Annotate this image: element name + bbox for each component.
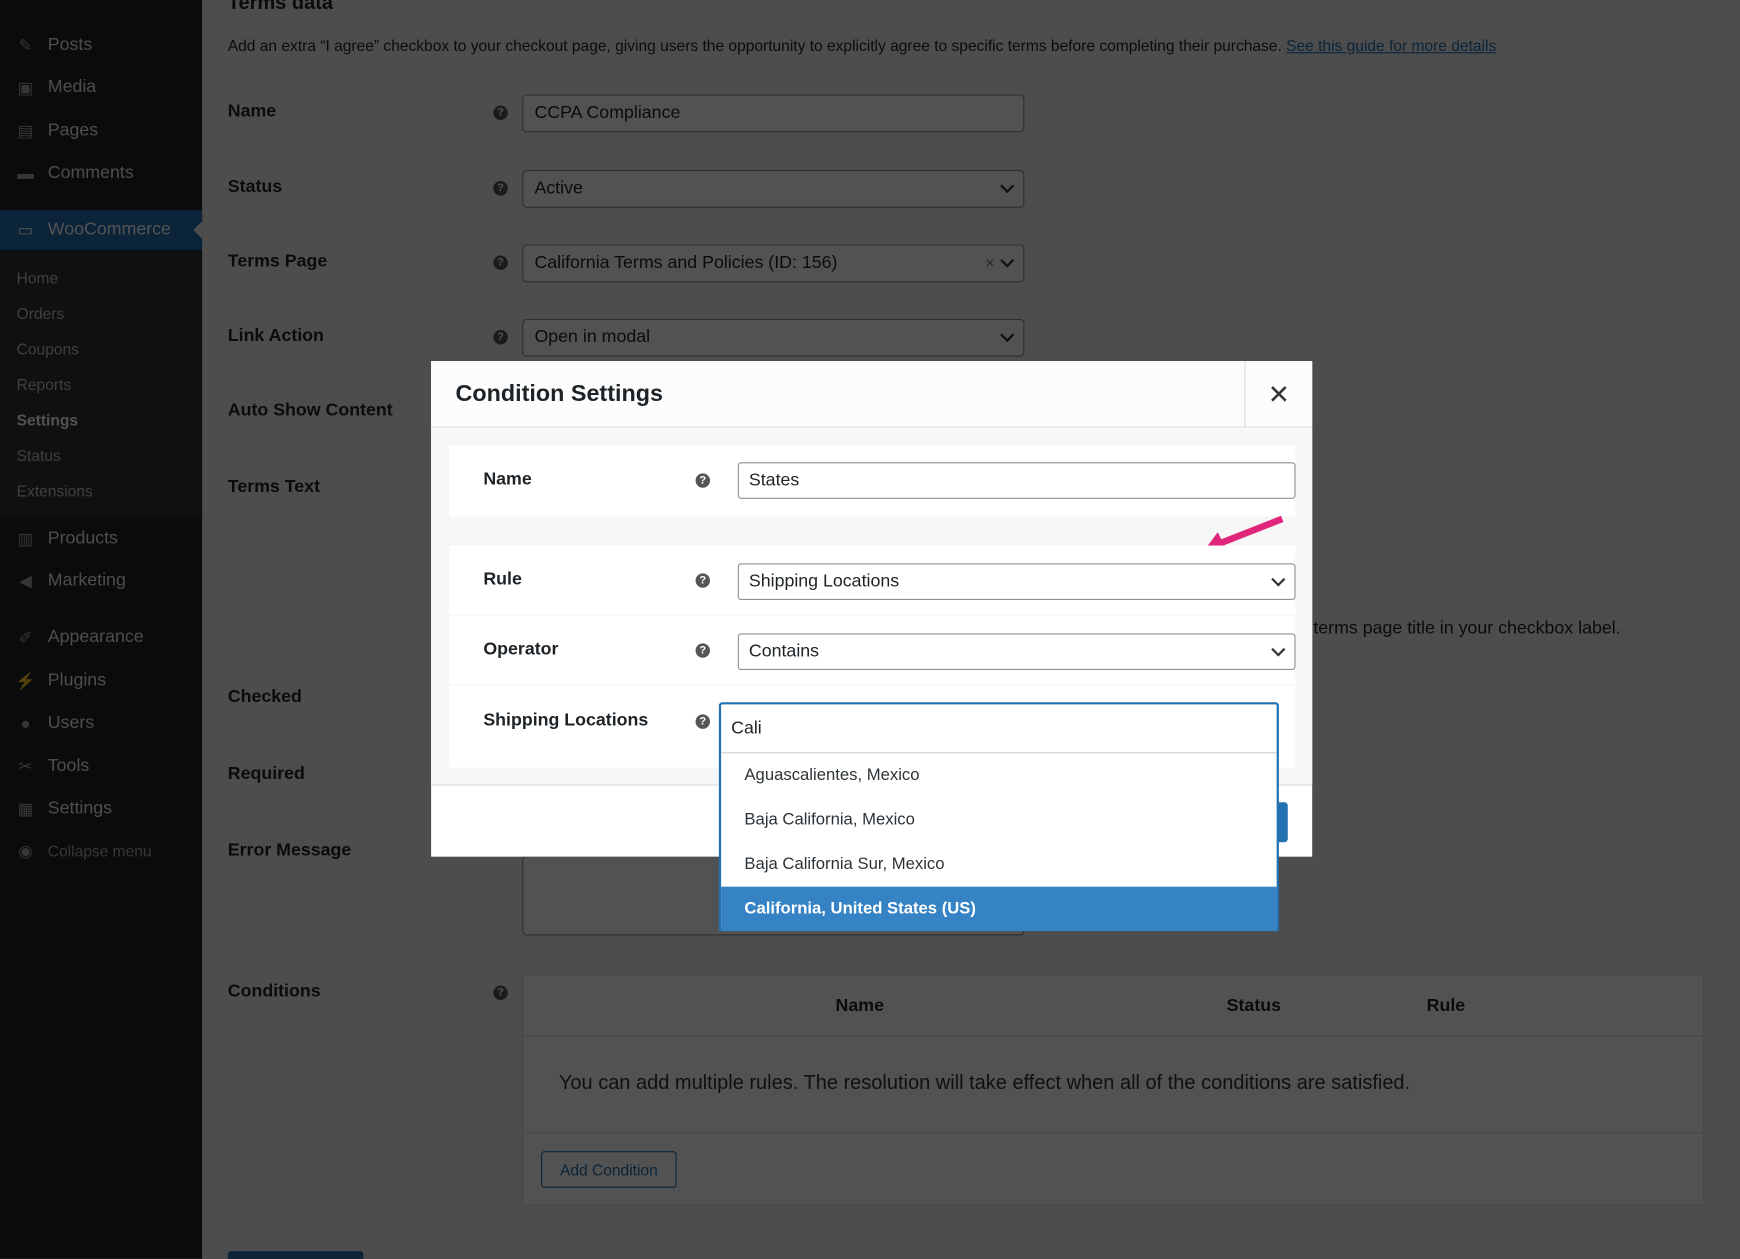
sidebar-item-tools[interactable]: ✂ Tools	[0, 747, 202, 787]
settings-icon: ▦	[17, 799, 34, 819]
sidebar-item-settings[interactable]: ▦ Settings	[0, 789, 202, 829]
wrench-icon: ✂	[18, 757, 33, 777]
operator-row: Operator ? Contains	[448, 615, 1296, 685]
sidebar-item-woocommerce[interactable]: ▭ WooCommerce	[0, 209, 203, 250]
dropdown-option[interactable]: Aguascalientes, Mexico	[721, 753, 1277, 797]
condition-name-input[interactable]: States	[737, 462, 1296, 499]
help-icon[interactable]: ?	[493, 181, 508, 196]
operator-label: Operator	[483, 639, 559, 659]
help-icon[interactable]: ?	[493, 985, 508, 1000]
checked-label: Checked	[227, 687, 302, 707]
name-label: Name	[227, 102, 277, 122]
column-status: Status	[1226, 996, 1281, 1016]
status-label: Status	[227, 177, 283, 197]
submenu-settings[interactable]: Settings	[17, 411, 78, 429]
submenu-extensions[interactable]: Extensions	[17, 482, 93, 500]
clear-icon[interactable]: ×	[985, 253, 994, 271]
help-icon[interactable]: ?	[493, 105, 508, 120]
close-button[interactable]: ✕	[1244, 361, 1312, 428]
dropdown-option[interactable]: Baja California, Mexico	[721, 798, 1277, 842]
name-label: Name	[483, 469, 532, 489]
modal-backdrop: Home Orders Coupons Reports Settings Sta…	[0, 0, 1740, 1259]
submenu-status[interactable]: Status	[17, 447, 61, 465]
dropdown-option-highlighted[interactable]: California, United States (US)	[721, 886, 1277, 932]
status-select[interactable]: Active	[522, 169, 1025, 208]
guide-link[interactable]: See this guide for more details	[1286, 37, 1496, 55]
help-icon[interactable]: ?	[695, 643, 710, 658]
location-search-input[interactable]: Cali	[721, 704, 1277, 754]
chevron-down-icon	[1000, 327, 1015, 343]
name-input[interactable]: CCPA Compliance	[522, 94, 1025, 133]
shipping-locations-label: Shipping Locations	[483, 711, 649, 730]
sidebar-item-products[interactable]: ▥ Products	[0, 519, 202, 559]
column-rule: Rule	[1426, 996, 1466, 1016]
sidebar-item-pages[interactable]: ▤ Pages	[0, 111, 202, 151]
user-icon: ●	[20, 713, 31, 733]
rule-row: Rule ? Shipping Locations	[448, 545, 1296, 615]
chevron-down-icon	[1000, 253, 1015, 268]
comment-icon: ▬	[17, 163, 34, 183]
auto-show-label: Auto Show Content	[227, 401, 393, 420]
error-message-label: Error Message	[227, 841, 352, 860]
terms-page-label: Terms Page	[227, 252, 328, 272]
admin-sidebar: Home Orders Coupons Reports Settings Sta…	[0, 0, 203, 1259]
media-icon: ▣	[17, 78, 34, 98]
help-icon[interactable]: ?	[493, 255, 508, 270]
dropdown-option[interactable]: Baja California Sur, Mexico	[721, 842, 1277, 886]
terms-text-label: Terms Text	[227, 477, 320, 497]
submenu-home[interactable]: Home	[17, 269, 59, 287]
submenu-coupons[interactable]: Coupons	[17, 340, 79, 358]
required-label: Required	[227, 764, 305, 784]
sidebar-item-comments[interactable]: ▬ Comments	[0, 153, 202, 193]
rule-select[interactable]: Shipping Locations	[737, 563, 1296, 600]
sidebar-item-media[interactable]: ▣ Media	[0, 68, 202, 108]
conditions-label: Conditions	[227, 982, 321, 1002]
brush-icon: ✐	[18, 628, 33, 648]
modal-header: Condition Settings ✕	[431, 361, 1313, 428]
rule-label: Rule	[483, 569, 522, 589]
shipping-locations-dropdown: Cali Aguascalientes, Mexico Baja Califor…	[718, 702, 1279, 932]
close-icon: ✕	[1267, 379, 1291, 410]
woo-icon: ▭	[17, 221, 34, 240]
help-icon[interactable]: ?	[695, 714, 710, 729]
terms-page-select[interactable]: California Terms and Policies (ID: 156) ×	[522, 244, 1025, 283]
name-row: Name ? States	[448, 445, 1296, 517]
section-heading: Terms data	[227, 0, 334, 14]
sidebar-item-posts[interactable]: ✎ Posts	[0, 26, 202, 66]
submenu-orders[interactable]: Orders	[17, 304, 65, 322]
sidebar-item-plugins[interactable]: ⚡ Plugins	[0, 661, 202, 701]
plug-icon: ⚡	[15, 672, 36, 692]
submenu-reports[interactable]: Reports	[17, 376, 71, 394]
help-icon[interactable]: ?	[695, 573, 710, 588]
pin-icon: ✎	[18, 36, 33, 56]
link-action-label: Link Action	[227, 326, 324, 346]
empty-message: You can add multiple rules. The resoluti…	[523, 1038, 1704, 1134]
chevron-down-icon	[1000, 179, 1015, 194]
chevron-down-icon	[1271, 572, 1286, 587]
pages-icon: ▤	[17, 122, 34, 142]
link-action-select[interactable]: Open in modal	[522, 318, 1025, 357]
modal-title: Condition Settings	[455, 381, 663, 407]
conditions-table: Name Status Rule You can add multiple ru…	[522, 974, 1705, 1206]
woocommerce-submenu: Home Orders Coupons Reports Settings Sta…	[0, 251, 203, 516]
add-condition-button[interactable]: Add Condition	[541, 1151, 677, 1188]
megaphone-icon: ◀	[19, 572, 32, 592]
collapse-menu-button[interactable]: ◉ Collapse menu	[0, 831, 202, 871]
sidebar-item-marketing[interactable]: ◀ Marketing	[0, 561, 202, 601]
help-icon[interactable]: ?	[493, 329, 508, 345]
sidebar-item-users[interactable]: ● Users	[0, 703, 202, 743]
collapse-icon: ◉	[18, 842, 33, 862]
sidebar-item-appearance[interactable]: ✐ Appearance	[0, 618, 202, 658]
products-icon: ▥	[17, 529, 34, 549]
terms-hint: terms page title in your checkbox label.	[1313, 618, 1621, 638]
section-description: Add an extra “I agree” checkbox to your …	[227, 36, 1497, 55]
operator-select[interactable]: Contains	[737, 633, 1296, 670]
column-name: Name	[835, 996, 884, 1016]
table-header: Name Status Rule	[523, 976, 1704, 1037]
chevron-down-icon	[1271, 642, 1286, 657]
help-icon[interactable]: ?	[695, 473, 710, 488]
